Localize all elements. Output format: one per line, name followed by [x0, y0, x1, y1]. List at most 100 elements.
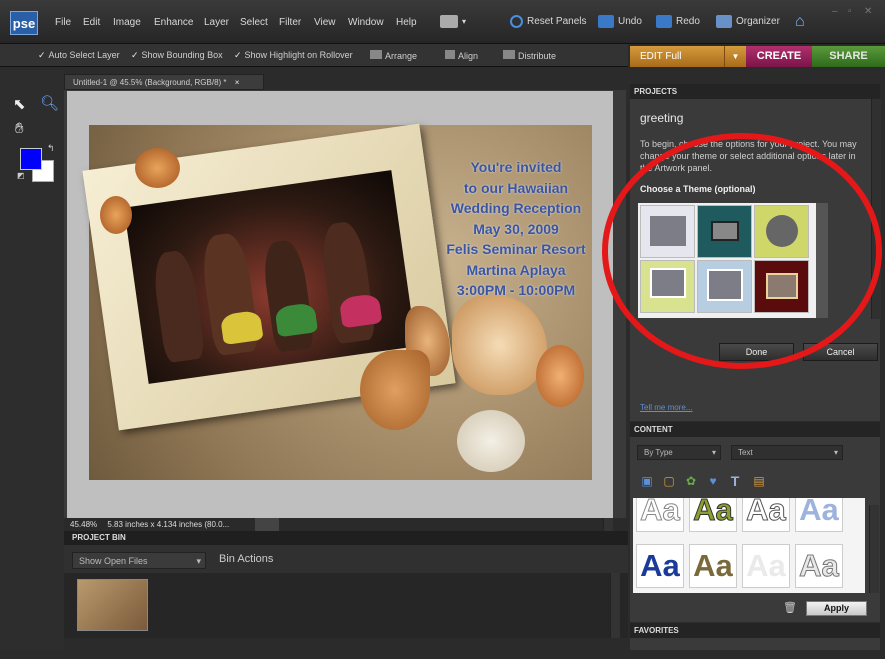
text-style-thumbnail[interactable]: Aa — [636, 544, 684, 588]
starfish — [360, 350, 430, 430]
distribute-dropdown[interactable]: Distribute — [503, 50, 556, 61]
text-style-thumbnail[interactable]: Aa — [795, 544, 843, 588]
project-title: greeting — [640, 111, 684, 125]
close-tab-icon[interactable]: × — [235, 78, 240, 87]
dancers-photo — [123, 170, 417, 384]
backgrounds-icon[interactable]: ▣ — [640, 474, 654, 488]
maximize-icon[interactable]: ▫ — [848, 6, 852, 17]
workspace-layout-button[interactable]: ▾ — [440, 13, 466, 31]
menu-select[interactable]: Select — [240, 17, 268, 28]
chevron-down-icon: ▾ — [833, 448, 838, 457]
foreground-color-swatch[interactable] — [20, 148, 42, 170]
chevron-down-icon: ▾ — [462, 17, 467, 26]
organizer-icon — [716, 14, 732, 28]
organizer-button[interactable]: Organizer — [716, 13, 780, 31]
text-styles-grid: Aa Aa Aa Aa Aa Aa Aa Aa — [633, 498, 865, 593]
menu-image[interactable]: Image — [113, 17, 141, 28]
text-style-thumbnail[interactable]: Aa — [742, 544, 790, 588]
favorites-panel-header: FAVORITES — [630, 623, 880, 638]
bin-show-select[interactable]: Show Open Files ▾ — [72, 552, 206, 569]
bin-scrollbar[interactable] — [610, 573, 620, 638]
menu-view[interactable]: View — [314, 17, 336, 28]
create-tab[interactable]: CREATE — [746, 46, 812, 67]
hand-tool-icon[interactable]: ✋︎ — [15, 120, 24, 137]
document-tab[interactable]: Untitled-1 @ 45.5% (Background, RGB/8) *… — [64, 74, 264, 90]
move-tool-icon[interactable]: ⬉ — [13, 95, 26, 113]
project-bin-content — [64, 573, 628, 638]
auto-select-checkbox[interactable]: ✓ Auto Select Layer — [38, 50, 120, 61]
text-style-thumbnail[interactable]: Aa — [742, 498, 790, 532]
options-bar: ✓ Auto Select Layer ✓ Show Bounding Box ✓ S… — [0, 44, 628, 67]
arrange-icon — [370, 50, 382, 59]
open-file-thumbnail[interactable] — [77, 579, 148, 631]
swap-colors-icon[interactable]: ↰ — [47, 143, 55, 154]
edit-full-tab[interactable]: EDIT Full — [630, 46, 724, 67]
home-button[interactable]: ⌂ — [795, 13, 805, 31]
chevron-down-icon: ▾ — [711, 448, 716, 457]
menu-enhance[interactable]: Enhance — [154, 17, 193, 28]
distribute-icon — [503, 50, 515, 59]
project-bin-header: PROJECT BIN — [64, 531, 628, 545]
bin-actions-menu[interactable]: Bin Actions — [219, 553, 273, 565]
projects-panel-header: PROJECTS — [630, 84, 880, 99]
text-style-thumbnail[interactable]: Aa — [636, 498, 684, 532]
highlight-rollover-checkbox[interactable]: ✓ Show Highlight on Rollover — [234, 50, 353, 61]
seashell — [536, 345, 584, 407]
menu-help[interactable]: Help — [396, 17, 417, 28]
redo-icon — [656, 14, 672, 28]
text-style-thumbnail[interactable]: Aa — [689, 544, 737, 588]
home-icon: ⌂ — [795, 13, 805, 30]
invitation-text: You're invited to our Hawaiian Wedding R… — [446, 159, 586, 298]
themes-icon[interactable]: ▤ — [752, 474, 766, 488]
menu-layer[interactable]: Layer — [204, 17, 229, 28]
reset-panels-button[interactable]: Reset Panels — [510, 13, 586, 31]
app-window: pse File Edit Image Enhance Layer Select… — [0, 0, 885, 659]
share-tab[interactable]: SHARE — [812, 46, 885, 67]
seashell — [135, 148, 180, 188]
content-panel-header: CONTENT — [630, 422, 880, 437]
align-icon — [445, 50, 455, 59]
tell-me-more-link[interactable]: Tell me more... — [640, 403, 692, 412]
document-dimensions: 5.83 inches x 4.134 inches (80.0... — [107, 520, 230, 529]
app-logo: pse — [10, 11, 38, 35]
apply-button[interactable]: Apply — [806, 601, 867, 616]
text-style-thumbnail[interactable]: Aa — [689, 498, 737, 532]
status-arrow-button[interactable] — [255, 518, 279, 531]
menu-edit[interactable]: Edit — [83, 17, 100, 28]
minimize-icon[interactable]: – — [832, 6, 838, 17]
bounding-box-checkbox[interactable]: ✓ Show Bounding Box — [131, 50, 223, 61]
menu-file[interactable]: File — [55, 17, 71, 28]
chevron-down-icon: ▾ — [196, 556, 201, 566]
default-colors-icon[interactable]: ◩ — [17, 171, 25, 180]
shapes-icon[interactable]: ♥ — [706, 474, 720, 488]
content-filter-by[interactable]: By Type ▾ — [637, 445, 721, 460]
menu-bar: pse File Edit Image Enhance Layer Select… — [0, 0, 885, 44]
check-icon: ✓ — [131, 50, 139, 60]
redo-button[interactable]: Redo — [656, 13, 700, 31]
frames-icon[interactable]: ▢ — [662, 474, 676, 488]
align-dropdown[interactable]: Align — [445, 50, 478, 61]
close-window-icon[interactable]: ✕ — [864, 6, 872, 17]
menu-window[interactable]: Window — [348, 17, 384, 28]
graphics-icon[interactable]: ✿ — [684, 474, 698, 488]
zoom-tool-icon[interactable]: 🔍︎ — [40, 94, 59, 112]
sand-dollar — [457, 410, 525, 472]
undo-button[interactable]: Undo — [598, 13, 642, 31]
menu-filter[interactable]: Filter — [279, 17, 301, 28]
undo-icon — [598, 14, 614, 28]
arrange-dropdown[interactable]: Arrange — [370, 50, 417, 61]
seashell — [100, 196, 132, 234]
text-style-thumbnail[interactable]: Aa — [795, 498, 843, 532]
favorites-panel — [630, 638, 880, 650]
status-scroll[interactable] — [603, 518, 613, 531]
text-icon[interactable]: T — [728, 474, 742, 488]
layout-icon — [440, 14, 458, 28]
trash-icon[interactable]: 🗑︎ — [783, 601, 797, 614]
zoom-level: 45.48% — [70, 520, 98, 529]
check-icon: ✓ — [234, 50, 242, 60]
content-type-filter[interactable]: Text ▾ — [731, 445, 843, 460]
content-scrollbar[interactable] — [869, 505, 879, 593]
status-bar: 45.48% 5.83 inches x 4.134 inches (80.0.… — [64, 518, 628, 531]
edit-mode-dropdown[interactable]: ▼ — [724, 46, 746, 67]
reset-icon — [510, 14, 523, 28]
